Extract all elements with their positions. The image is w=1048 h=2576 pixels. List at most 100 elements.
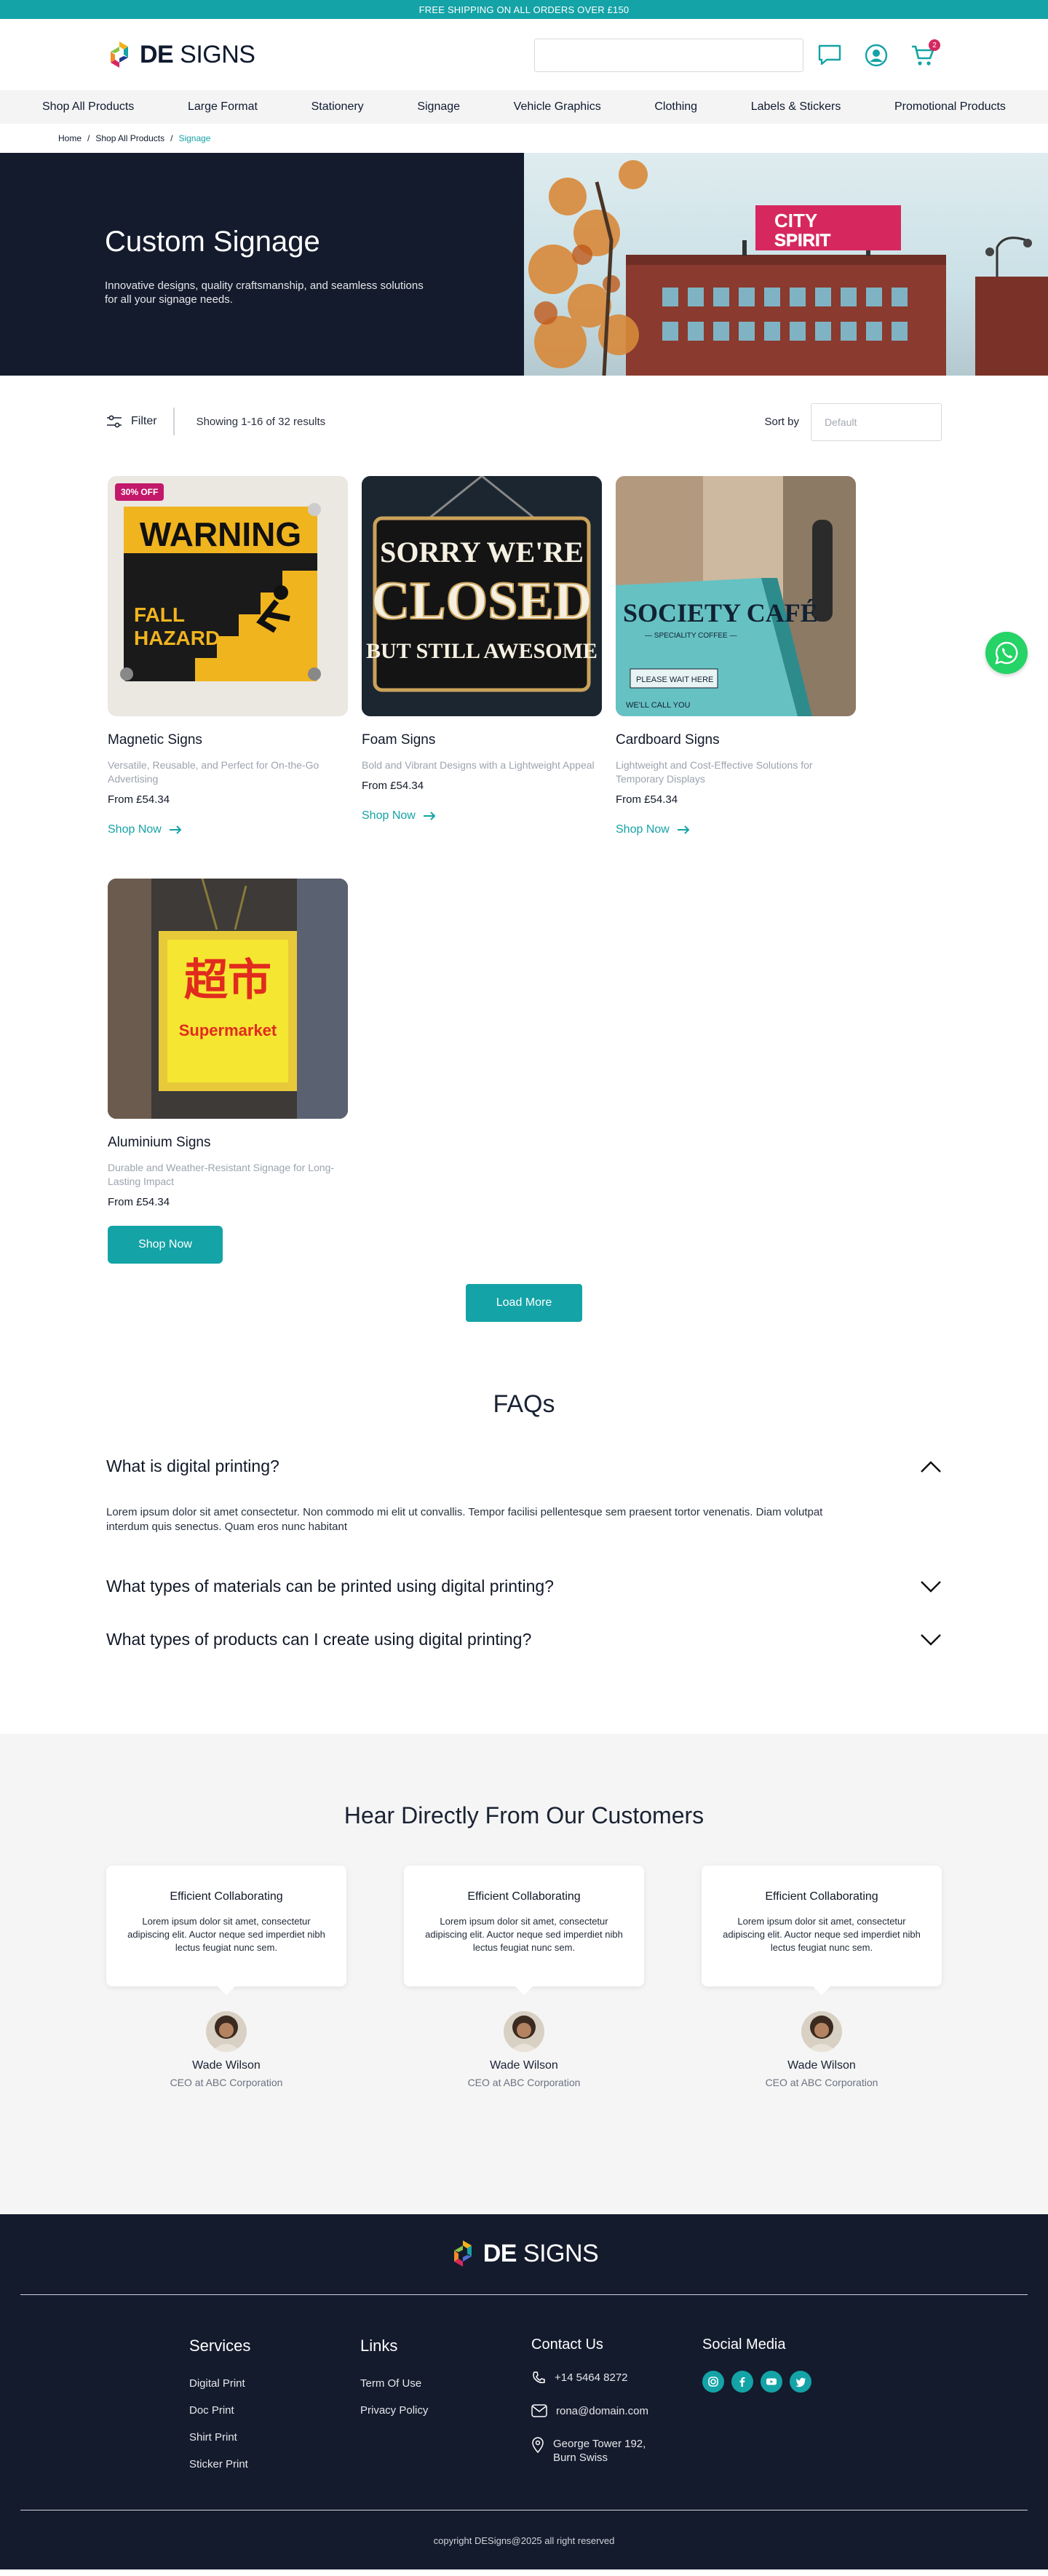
youtube-icon[interactable] — [761, 2371, 782, 2393]
footer-social: Social Media — [702, 2337, 873, 2485]
promo-bar: FREE SHIPPING ON ALL ORDERS OVER £150 — [0, 0, 1048, 19]
testimonial: Efficient Collaborating Lorem ipsum dolo… — [404, 1866, 644, 2088]
filter-button[interactable]: Filter — [106, 408, 175, 435]
logo-mark-icon — [453, 2240, 472, 2267]
whatsapp-button[interactable] — [985, 632, 1028, 674]
nav-item-vehicle-graphics[interactable]: Vehicle Graphics — [514, 100, 601, 114]
hero-text: Custom Signage Innovative designs, quali… — [0, 153, 524, 376]
sorry-text: SORRY WE'RE — [380, 536, 584, 568]
brand-logo[interactable]: DE SIGNS — [106, 40, 255, 69]
contact-email[interactable]: rona@domain.com — [531, 2404, 702, 2418]
footer-link[interactable]: Sticker Print — [189, 2458, 360, 2470]
page-title: Custom Signage — [105, 226, 320, 258]
chat-icon[interactable] — [817, 42, 843, 68]
social-icons — [702, 2371, 873, 2393]
fall-text: FALL — [134, 603, 185, 626]
testimonials-section: Hear Directly From Our Customers Efficie… — [0, 1734, 1048, 2214]
discount-badge: 30% OFF — [115, 483, 164, 501]
footer-link[interactable]: Digital Print — [189, 2377, 360, 2390]
sort-select[interactable]: Default — [811, 403, 942, 441]
product-card: SOCIETY CAFÉ — SPECIALITY COFFEE — PLEAS… — [616, 476, 856, 836]
nav-item-stationery[interactable]: Stationery — [311, 100, 364, 114]
cafe-text: SOCIETY CAFÉ — [623, 598, 818, 627]
nav-item-labels-stickers[interactable]: Labels & Stickers — [751, 100, 841, 114]
faq-question[interactable]: What is digital printing? — [106, 1457, 942, 1476]
site-footer: DE SIGNS Services Digital Print Doc Prin… — [0, 2214, 1048, 2569]
testimonial-card: Efficient Collaborating Lorem ipsum dolo… — [404, 1866, 644, 1995]
warning-text: WARNING — [140, 515, 301, 553]
brand-name: DE SIGNS — [140, 40, 255, 68]
shop-now-button[interactable]: Shop Now — [108, 1226, 223, 1264]
testimonial-text: Lorem ipsum dolor sit amet, consectetur … — [127, 1916, 325, 1953]
nav-item-promotional[interactable]: Promotional Products — [894, 100, 1006, 114]
chevron-up-icon — [921, 1460, 941, 1473]
footer-services-title: Services — [189, 2337, 251, 2355]
cafe-sub-text: — SPECIALITY COFFEE — — [645, 632, 737, 640]
listing-toolbar: Filter Showing 1-16 of 32 results Sort b… — [0, 376, 1048, 467]
product-title[interactable]: Aluminium Signs — [108, 1135, 348, 1151]
product-price: From £54.34 — [108, 793, 170, 806]
nav-item-signage[interactable]: Signage — [417, 100, 460, 114]
contact-phone[interactable]: +14 5464 8272 — [531, 2371, 702, 2385]
footer-link[interactable]: Doc Print — [189, 2404, 360, 2417]
testimonial-role: CEO at ABC Corporation — [170, 2077, 283, 2088]
closed-text: CLOSED — [371, 571, 592, 631]
location-pin-icon — [532, 2437, 544, 2453]
faq-item: What types of products can I create usin… — [106, 1630, 942, 1649]
shop-now-link[interactable]: Shop Now — [616, 823, 856, 836]
nav-item-clothing[interactable]: Clothing — [654, 100, 697, 114]
instagram-icon[interactable] — [702, 2371, 724, 2393]
footer-links-title: Links — [360, 2337, 398, 2355]
product-price: From £54.34 — [362, 780, 424, 792]
footer-logo[interactable]: DE SIGNS — [0, 2239, 1048, 2268]
product-image[interactable]: SORRY WE'RE CLOSED BUT STILL AWESOME — [362, 476, 602, 716]
user-icon[interactable] — [863, 42, 889, 68]
product-image[interactable]: WARNING FALL HAZARD 30% OFF — [108, 476, 348, 716]
hero-banner: Custom Signage Innovative designs, quali… — [0, 153, 1048, 376]
product-description: Lightweight and Cost-Effective Solutions… — [616, 759, 813, 785]
testimonial-name: Wade Wilson — [192, 2059, 261, 2072]
phone-icon — [533, 2371, 545, 2384]
breadcrumb-shop-all[interactable]: Shop All Products — [95, 133, 164, 143]
chevron-down-icon — [921, 1580, 941, 1593]
avatar — [504, 2011, 544, 2052]
testimonial-card: Efficient Collaborating Lorem ipsum dolo… — [702, 1866, 942, 1995]
call-text: WE'LL CALL YOU — [626, 701, 691, 710]
facebook-icon[interactable] — [731, 2371, 753, 2393]
faq-question[interactable]: What types of materials can be printed u… — [106, 1577, 942, 1596]
twitter-icon[interactable] — [790, 2371, 811, 2393]
shop-now-link[interactable]: Shop Now — [362, 809, 602, 823]
product-card: SORRY WE'RE CLOSED BUT STILL AWESOME Foa… — [362, 476, 602, 836]
product-description: Versatile, Reusable, and Perfect for On-… — [108, 759, 319, 785]
logo-mark-icon — [111, 41, 128, 68]
cart-count-badge: 2 — [929, 39, 940, 51]
footer-link[interactable]: Term Of Use — [360, 2377, 531, 2390]
faq-question[interactable]: What types of products can I create usin… — [106, 1630, 942, 1649]
product-description: Durable and Weather-Resistant Signage fo… — [108, 1162, 335, 1187]
product-title[interactable]: Cardboard Signs — [616, 732, 856, 748]
product-image[interactable]: SOCIETY CAFÉ — SPECIALITY COFFEE — PLEAS… — [616, 476, 856, 716]
footer-link[interactable]: Privacy Policy — [360, 2404, 531, 2417]
testimonial-role: CEO at ABC Corporation — [765, 2077, 878, 2088]
nav-item-large-format[interactable]: Large Format — [188, 100, 258, 114]
shop-now-link[interactable]: Shop Now — [108, 823, 348, 836]
testimonial-text: Lorem ipsum dolor sit amet, consectetur … — [425, 1916, 623, 1953]
billboard-line2: SPIRIT — [774, 231, 831, 250]
footer-divider — [20, 2294, 1028, 2295]
product-image[interactable]: 超市 Supermarket — [108, 879, 348, 1119]
breadcrumb-current: Signage — [178, 133, 211, 143]
product-title[interactable]: Magnetic Signs — [108, 732, 348, 748]
product-title[interactable]: Foam Signs — [362, 732, 602, 748]
nav-item-shop-all[interactable]: Shop All Products — [42, 100, 134, 114]
results-count: Showing 1-16 of 32 results — [196, 415, 326, 428]
breadcrumb-separator: / — [87, 133, 90, 143]
cart-icon[interactable]: 2 — [910, 39, 940, 68]
hazard-text: HAZARD — [134, 627, 220, 649]
billboard-line1: CITY — [774, 210, 817, 231]
breadcrumb-home[interactable]: Home — [58, 133, 82, 143]
testimonial: Efficient Collaborating Lorem ipsum dolo… — [702, 1866, 942, 2088]
avatar — [206, 2011, 247, 2052]
footer-link[interactable]: Shirt Print — [189, 2431, 360, 2444]
load-more-button[interactable]: Load More — [466, 1284, 582, 1322]
search-input[interactable] — [534, 39, 803, 72]
